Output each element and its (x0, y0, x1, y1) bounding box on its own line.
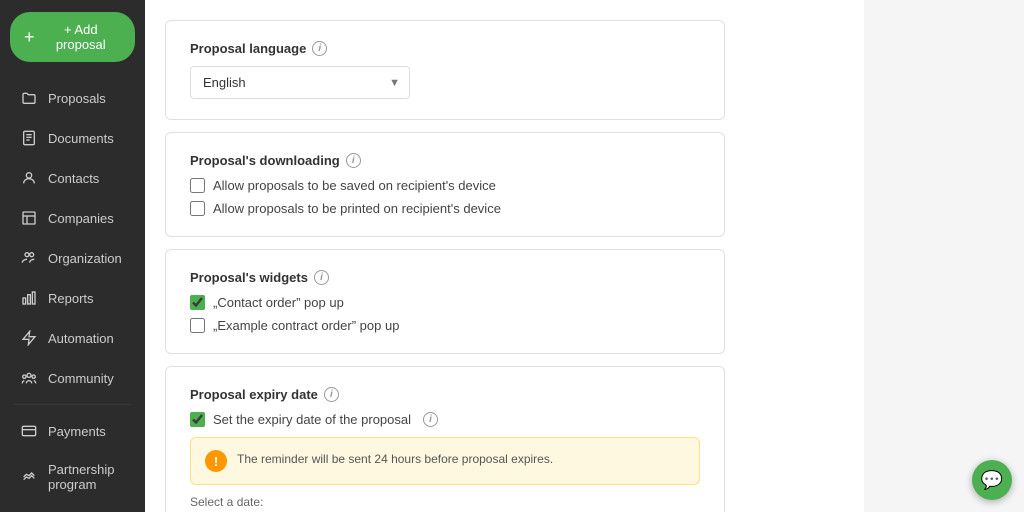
allow-print-option[interactable]: Allow proposals to be printed on recipie… (190, 201, 700, 216)
widgets-options: „Contact order” pop up „Example contract… (190, 295, 700, 333)
allow-save-label: Allow proposals to be saved on recipient… (213, 178, 496, 193)
card-icon (20, 422, 38, 440)
reminder-banner: ! The reminder will be sent 24 hours bef… (190, 437, 700, 485)
language-select-wrapper: English ▼ (190, 66, 410, 99)
example-contract-checkbox[interactable] (190, 318, 205, 333)
proposal-language-info-icon[interactable]: i (312, 41, 327, 56)
language-select[interactable]: English (190, 66, 410, 99)
sidebar-nav: Proposals Documents Contacts Companies (0, 74, 145, 512)
set-expiry-info-icon[interactable]: i (423, 412, 438, 427)
allow-print-label: Allow proposals to be printed on recipie… (213, 201, 501, 216)
date-field-label: Select a date: (190, 495, 700, 509)
proposal-language-label: Proposal language i (190, 41, 700, 56)
set-expiry-option[interactable]: Set the expiry date of the proposal i (190, 412, 700, 427)
sidebar-proposals-label: Proposals (48, 91, 106, 106)
sidebar-companies-label: Companies (48, 211, 114, 226)
right-panel (864, 0, 1024, 512)
sidebar-partnership-label: Partnership program (48, 462, 125, 492)
widgets-info-icon[interactable]: i (314, 270, 329, 285)
proposal-expiry-label: Proposal expiry date i (190, 387, 700, 402)
users-icon (20, 249, 38, 267)
proposal-widgets-section: Proposal's widgets i „Contact order” pop… (165, 249, 725, 354)
group-icon (20, 369, 38, 387)
set-expiry-checkbox[interactable] (190, 412, 205, 427)
chat-bubble[interactable]: 💬 (972, 460, 1012, 500)
sidebar-item-reports[interactable]: Reports (6, 279, 139, 317)
document-icon (20, 129, 38, 147)
downloading-options: Allow proposals to be saved on recipient… (190, 178, 700, 216)
handshake-icon (20, 468, 38, 486)
sidebar-item-community[interactable]: Community (6, 359, 139, 397)
expiry-info-icon[interactable]: i (324, 387, 339, 402)
proposal-widgets-label: Proposal's widgets i (190, 270, 700, 285)
sidebar-community-label: Community (48, 371, 114, 386)
sidebar-item-companies[interactable]: Companies (6, 199, 139, 237)
sidebar-item-payments[interactable]: Payments (6, 412, 139, 450)
plus-icon: + (24, 28, 35, 46)
example-contract-option[interactable]: „Example contract order” pop up (190, 318, 700, 333)
downloading-info-icon[interactable]: i (346, 153, 361, 168)
sidebar-item-documents[interactable]: Documents (6, 119, 139, 157)
set-expiry-label: Set the expiry date of the proposal (213, 412, 411, 427)
sidebar-item-automation[interactable]: Automation (6, 319, 139, 357)
sidebar-organization-label: Organization (48, 251, 122, 266)
add-proposal-button[interactable]: + + Add proposal (10, 12, 135, 62)
contact-order-checkbox[interactable] (190, 295, 205, 310)
sidebar-item-integrations[interactable]: Integrations (6, 504, 139, 512)
allow-save-checkbox[interactable] (190, 178, 205, 193)
allow-print-checkbox[interactable] (190, 201, 205, 216)
person-icon (20, 169, 38, 187)
warning-icon: ! (205, 450, 227, 472)
sidebar-contacts-label: Contacts (48, 171, 99, 186)
sidebar-documents-label: Documents (48, 131, 114, 146)
chat-icon: 💬 (981, 470, 1003, 491)
allow-save-option[interactable]: Allow proposals to be saved on recipient… (190, 178, 700, 193)
chart-icon (20, 289, 38, 307)
sidebar-item-partnership[interactable]: Partnership program (6, 452, 139, 502)
example-contract-label: „Example contract order” pop up (213, 318, 399, 333)
sidebar-payments-label: Payments (48, 424, 106, 439)
proposal-expiry-section: Proposal expiry date i Set the expiry da… (165, 366, 725, 512)
sidebar-item-contacts[interactable]: Contacts (6, 159, 139, 197)
sidebar-divider (14, 404, 131, 405)
add-proposal-label: + Add proposal (41, 22, 121, 52)
folder-icon (20, 89, 38, 107)
sidebar-item-organization[interactable]: Organization (6, 239, 139, 277)
sidebar: + + Add proposal Proposals Documents Con… (0, 0, 145, 512)
sidebar-reports-label: Reports (48, 291, 94, 306)
sidebar-automation-label: Automation (48, 331, 114, 346)
proposal-language-section: Proposal language i English ▼ (165, 20, 725, 120)
building-icon (20, 209, 38, 227)
contact-order-option[interactable]: „Contact order” pop up (190, 295, 700, 310)
contact-order-label: „Contact order” pop up (213, 295, 344, 310)
lightning-icon (20, 329, 38, 347)
sidebar-item-proposals[interactable]: Proposals (6, 79, 139, 117)
proposal-downloading-section: Proposal's downloading i Allow proposals… (165, 132, 725, 237)
proposal-downloading-label: Proposal's downloading i (190, 153, 700, 168)
main-content: Proposal language i English ▼ Proposal's… (145, 0, 864, 512)
reminder-banner-text: The reminder will be sent 24 hours befor… (237, 450, 553, 468)
